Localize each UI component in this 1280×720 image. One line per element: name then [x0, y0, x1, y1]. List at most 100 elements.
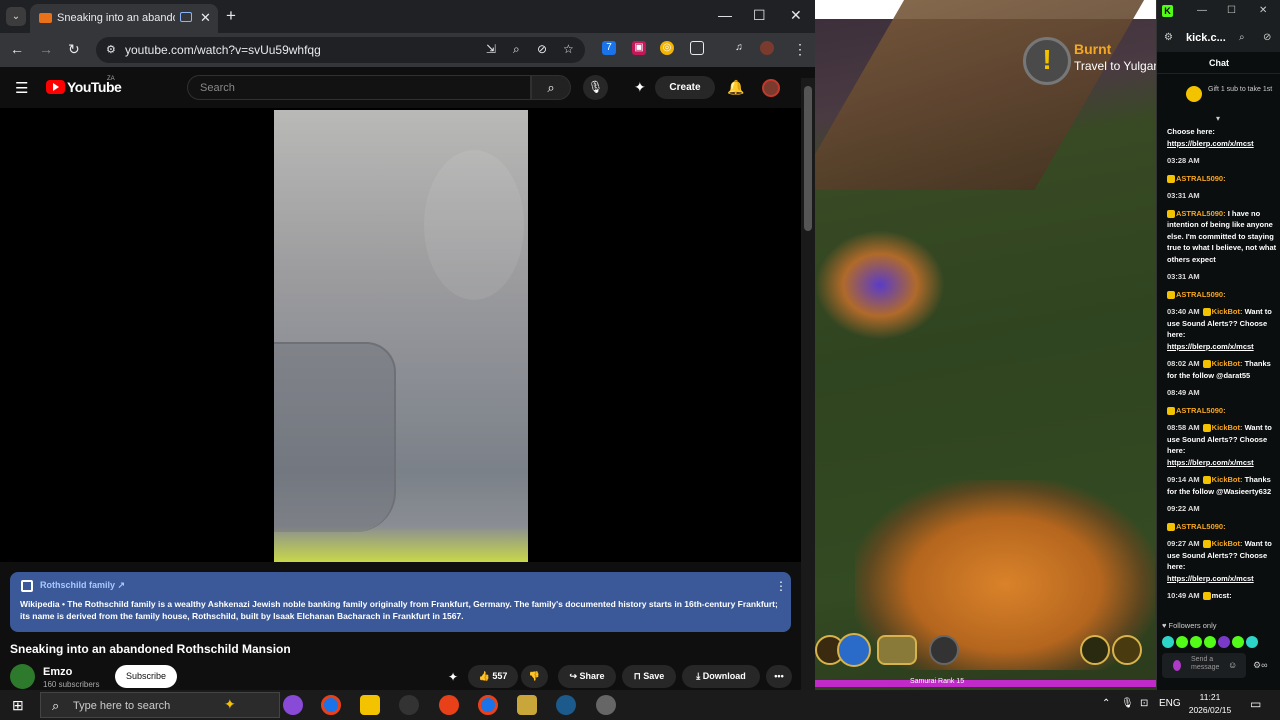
extension-coin-icon[interactable]: ◎	[660, 41, 674, 55]
gift-sub-text[interactable]: Gift 1 sub to take 1st	[1208, 86, 1278, 94]
emote-4-icon[interactable]	[1204, 636, 1216, 648]
chrome-app-icon[interactable]	[321, 695, 341, 715]
microphone-icon[interactable]: 🎙	[583, 75, 608, 100]
gemini-sparkle-icon[interactable]: ✦	[634, 79, 646, 96]
extension-media-icon[interactable]: ▣	[632, 41, 646, 55]
message-username[interactable]: KickBot:	[1212, 539, 1243, 548]
menu-hamburger-icon[interactable]: ☰	[15, 79, 28, 97]
subscribe-button[interactable]: Subscribe	[115, 665, 177, 688]
emote-1-icon[interactable]	[1162, 636, 1174, 648]
more-actions-button[interactable]: •••	[766, 665, 792, 688]
close-window-button[interactable]: ✕	[1259, 5, 1267, 16]
emote-2-icon[interactable]	[1176, 636, 1188, 648]
back-button[interactable]: ←	[10, 41, 24, 57]
game-app-icon[interactable]	[517, 695, 537, 715]
message-username[interactable]: ASTRAL5090:	[1176, 174, 1226, 183]
download-button[interactable]: ⤓ Download	[682, 665, 760, 688]
media-controls-icon[interactable]: ♫	[732, 41, 746, 55]
install-app-icon[interactable]: ⇲	[486, 42, 496, 56]
tray-overflow-icon[interactable]: ⌃	[1102, 698, 1110, 709]
close-window-button[interactable]: ✕	[790, 7, 802, 24]
share-button[interactable]: ↪ Share	[558, 665, 616, 688]
tab-search-button[interactable]: ⌄	[6, 7, 26, 26]
eye-off-icon[interactable]: ⊘	[537, 42, 547, 56]
minimize-button[interactable]: —	[718, 7, 732, 23]
message-username[interactable]: mcst:	[1212, 591, 1232, 600]
account-avatar[interactable]	[762, 79, 780, 97]
close-tab-icon[interactable]: ✕	[200, 10, 211, 26]
emote-7-icon[interactable]	[1246, 636, 1258, 648]
system-clock[interactable]: 11:21 2026/02/15	[1185, 691, 1235, 717]
like-button[interactable]: 👍 557	[468, 665, 518, 688]
notifications-bell-icon[interactable]: 🔔	[727, 79, 744, 96]
video-player[interactable]	[0, 108, 801, 562]
scrollbar-thumb[interactable]	[804, 86, 812, 231]
message-link[interactable]: https://blerp.com/x/mcst	[1167, 458, 1254, 467]
picture-in-picture-icon[interactable]	[180, 12, 192, 22]
emoji-picker-icon[interactable]: ☺	[1228, 660, 1237, 670]
channel-avatar[interactable]	[10, 664, 35, 689]
maximize-button[interactable]: ☐	[1227, 5, 1236, 16]
skill-slot-2-icon[interactable]	[837, 633, 871, 667]
site-settings-icon[interactable]: ⚙	[1164, 32, 1173, 43]
message-username[interactable]: ASTRAL5090:	[1176, 290, 1226, 299]
copilot-app-icon[interactable]	[283, 695, 303, 715]
extensions-puzzle-icon[interactable]	[690, 41, 704, 55]
message-link[interactable]: https://blerp.com/x/mcst	[1167, 574, 1254, 583]
message-username[interactable]: KickBot:	[1212, 475, 1243, 484]
skill-slot-3-icon[interactable]	[929, 635, 959, 665]
emote-6-icon[interactable]	[1232, 636, 1244, 648]
character-portrait-icon[interactable]	[877, 635, 917, 665]
obs-app-icon[interactable]	[399, 695, 419, 715]
message-username[interactable]: ASTRAL5090:	[1176, 406, 1226, 415]
more-options-icon[interactable]: ⋮	[775, 579, 787, 593]
message-username[interactable]: ASTRAL5090:	[1176, 209, 1226, 218]
taskbar-search-input[interactable]: ⌕ Type here to search ✦	[40, 692, 280, 718]
channel-name[interactable]: Emzo	[43, 666, 72, 678]
quest-alert-icon[interactable]: !	[1023, 37, 1071, 85]
bookmark-star-icon[interactable]: ☆	[563, 42, 574, 56]
notification-center-icon[interactable]: ▭	[1250, 697, 1261, 711]
browser-app-icon[interactable]	[596, 695, 616, 715]
potion-slot-icon[interactable]	[1080, 635, 1110, 665]
zoom-icon[interactable]: ⌕	[513, 42, 520, 57]
network-icon[interactable]: ⊡	[1140, 698, 1148, 709]
browser-tab[interactable]: Sneaking into an abandoned ✕	[30, 4, 218, 33]
search-input[interactable]: Search	[187, 75, 531, 100]
ask-sparkle-icon[interactable]: ✦	[448, 670, 458, 684]
extension-translate-icon[interactable]: 7	[602, 41, 616, 55]
message-username[interactable]: KickBot:	[1212, 359, 1243, 368]
profile-avatar-icon[interactable]	[760, 41, 774, 55]
message-username[interactable]: ASTRAL5090:	[1176, 522, 1226, 531]
chrome-active-app-icon[interactable]	[478, 695, 498, 715]
chrome-profile-app-icon[interactable]	[439, 695, 459, 715]
message-link[interactable]: https://blerp.com/x/mcst	[1167, 139, 1254, 148]
maximize-button[interactable]: ☐	[753, 7, 766, 24]
eye-off-icon[interactable]: ⊘	[1263, 32, 1271, 43]
game-window[interactable]: ! Burnt Travel to Yulgar Samurai Rank 15	[815, 0, 1156, 690]
wiki-link[interactable]: Rothschild family ↗	[40, 580, 125, 591]
file-explorer-app-icon[interactable]	[360, 695, 380, 715]
page-scrollbar[interactable]	[801, 78, 815, 690]
chat-message-input[interactable]: Send a message ☺	[1162, 653, 1246, 678]
chat-settings-icon[interactable]: ⚙∞	[1253, 660, 1267, 671]
item-slot-icon[interactable]	[1112, 635, 1142, 665]
new-tab-button[interactable]: +	[226, 6, 236, 26]
kick-url[interactable]: kick.c...	[1186, 32, 1226, 44]
pinned-collapse-icon[interactable]: ▾	[1216, 114, 1220, 123]
steam-app-icon[interactable]	[556, 695, 576, 715]
forward-button[interactable]: →	[39, 41, 53, 57]
address-bar[interactable]: ⚙ youtube.com/watch?v=svUu59whfqg ⇲ ⌕ ⊘ …	[96, 37, 585, 63]
minimize-button[interactable]: —	[1197, 5, 1207, 16]
language-indicator[interactable]: ENG	[1159, 698, 1181, 709]
site-info-icon[interactable]: ⚙	[106, 43, 116, 56]
microphone-tray-icon[interactable]: 🎙	[1121, 698, 1134, 709]
windows-start-icon[interactable]: ⊞	[12, 697, 28, 713]
search-icon[interactable]: ⌕	[531, 75, 571, 100]
youtube-logo-icon[interactable]	[46, 80, 65, 94]
create-button[interactable]: Create	[655, 76, 715, 99]
message-link[interactable]: https://blerp.com/x/mcst	[1167, 342, 1254, 351]
dislike-button[interactable]: 👎	[521, 665, 548, 688]
message-username[interactable]: KickBot:	[1212, 423, 1243, 432]
reload-button[interactable]: ↻	[68, 41, 80, 58]
